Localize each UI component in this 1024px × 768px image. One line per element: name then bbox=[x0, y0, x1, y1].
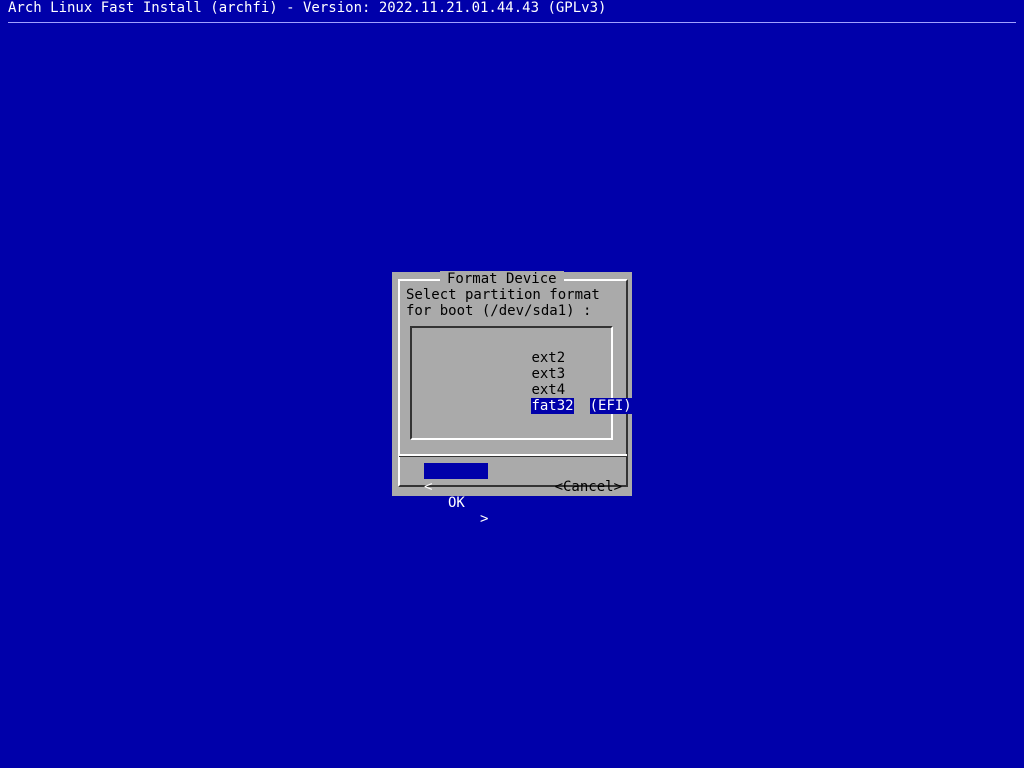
terminal-screen: Arch Linux Fast Install (archfi) - Versi… bbox=[0, 0, 1024, 768]
menu-item-ext2[interactable]: ext2 bbox=[464, 334, 565, 366]
dialog-title: Format Device bbox=[440, 271, 564, 287]
ok-button[interactable]: < OK > bbox=[424, 463, 488, 527]
menu-item-ext4[interactable]: ext4 bbox=[464, 366, 565, 398]
cancel-button[interactable]: <Cancel> bbox=[504, 463, 622, 495]
menu-item-fat32[interactable]: fat32 (EFI) bbox=[464, 382, 632, 414]
format-device-dialog: Format Device Select partition format fo… bbox=[392, 271, 632, 527]
ok-button-left-bracket: < bbox=[424, 479, 433, 495]
backtitle: Arch Linux Fast Install (archfi) - Versi… bbox=[8, 0, 607, 16]
button-separator-shadow bbox=[399, 456, 627, 457]
menu-item-description: (EFI) bbox=[589, 398, 632, 414]
ok-button-label: OK bbox=[448, 495, 465, 511]
format-menu-list: ext2 ext3 ext4 fat32 (EFI) bbox=[410, 326, 632, 440]
dialog-prompt: Select partition format for boot (/dev/s… bbox=[406, 287, 600, 319]
prompt-line-1: Select partition format bbox=[406, 287, 600, 303]
ok-button-right-bracket: > bbox=[480, 511, 489, 527]
cancel-button-label: <Cancel> bbox=[554, 479, 623, 495]
menu-item-tag: fat32 bbox=[531, 398, 574, 414]
menu-item-ext3[interactable]: ext3 bbox=[464, 350, 565, 382]
backtitle-rule bbox=[8, 22, 1016, 23]
prompt-line-2: for boot (/dev/sda1) : bbox=[406, 303, 592, 319]
